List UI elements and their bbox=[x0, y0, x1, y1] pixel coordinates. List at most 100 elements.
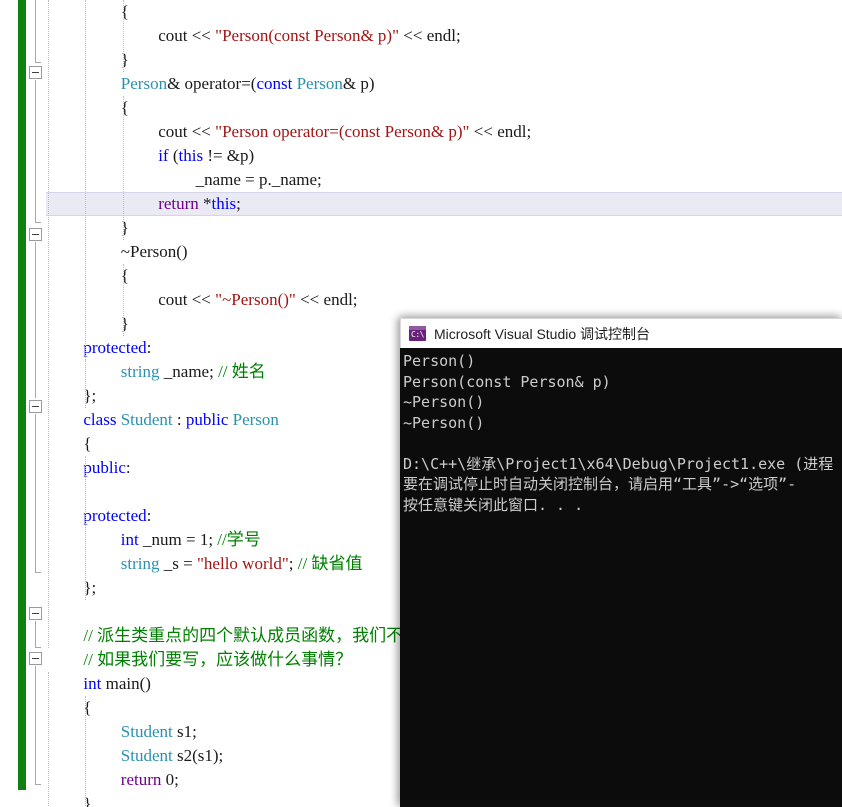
code-token: Person bbox=[120, 74, 168, 93]
console-icon-prompt-text: C:\ bbox=[411, 330, 424, 339]
code-token: << bbox=[191, 26, 211, 45]
code-line[interactable]: } bbox=[46, 312, 129, 336]
code-line[interactable]: int _num = 1; //学号 bbox=[46, 528, 261, 552]
indent-guide-line bbox=[85, 696, 87, 807]
code-token: << bbox=[403, 26, 423, 45]
code-token: public bbox=[83, 458, 126, 477]
code-token: return bbox=[120, 770, 162, 789]
code-line[interactable]: }; bbox=[46, 576, 96, 600]
code-token: main() bbox=[101, 674, 151, 693]
console-window-icon: C:\ bbox=[409, 326, 426, 341]
indent-guide-line bbox=[122, 264, 125, 336]
outline-guide-line bbox=[35, 666, 36, 784]
indent-guide-line bbox=[85, 360, 87, 408]
code-line[interactable]: Person& operator=(const Person& p) bbox=[46, 72, 375, 96]
outline-region-end bbox=[35, 222, 41, 223]
code-line[interactable] bbox=[46, 480, 83, 504]
indent-guide-line bbox=[122, 0, 125, 72]
console-output-line: Person() bbox=[403, 352, 476, 370]
code-line[interactable] bbox=[46, 600, 83, 624]
debug-console-window[interactable]: C:\ Microsoft Visual Studio 调试控制台 Person… bbox=[400, 318, 842, 807]
code-token: cout bbox=[158, 290, 192, 309]
code-token: _name; bbox=[159, 362, 219, 381]
code-token: public bbox=[185, 410, 229, 429]
outline-region-end bbox=[35, 62, 41, 63]
code-line[interactable]: cout << "Person(const Person& p)" << end… bbox=[46, 24, 461, 48]
code-line[interactable]: if (this != &p) bbox=[46, 144, 254, 168]
code-token: s2(s1); bbox=[172, 746, 224, 765]
collapse-toggle-main[interactable] bbox=[29, 652, 42, 665]
console-output-line: ~Person() bbox=[403, 413, 485, 432]
code-line[interactable]: ~Person() bbox=[46, 240, 188, 264]
code-token: & operator=( bbox=[167, 74, 257, 93]
indent-guide-line bbox=[48, 672, 50, 807]
code-line[interactable]: Student s2(s1); bbox=[46, 744, 223, 768]
code-token: 0 bbox=[165, 770, 175, 789]
code-line[interactable]: string _s = "hello world"; // 缺省值 bbox=[46, 552, 363, 576]
code-token: this bbox=[178, 146, 204, 165]
outline-region-end bbox=[35, 647, 41, 648]
code-line[interactable]: { bbox=[46, 432, 92, 456]
code-line[interactable]: { bbox=[46, 96, 129, 120]
outlining-margin[interactable] bbox=[26, 0, 46, 807]
code-line[interactable]: // 如果我们要写，应该做什么事情？ bbox=[46, 648, 352, 672]
code-token: s1; bbox=[172, 722, 197, 741]
code-token: != &p) bbox=[203, 146, 255, 165]
outline-region-end bbox=[35, 572, 41, 573]
code-token: return bbox=[158, 194, 199, 213]
collapse-toggle-comment-block[interactable] bbox=[29, 607, 42, 620]
code-token: cout bbox=[158, 122, 192, 141]
outline-guide-line bbox=[35, 0, 36, 62]
code-line[interactable]: { bbox=[46, 264, 129, 288]
code-line[interactable]: }; bbox=[46, 384, 96, 408]
code-token: endl; bbox=[319, 290, 358, 309]
code-token: if bbox=[158, 146, 169, 165]
code-line[interactable]: class Student : public Person bbox=[46, 408, 279, 432]
console-output-area[interactable]: Person() Person(const Person& p) ~Person()… bbox=[400, 348, 842, 807]
code-line[interactable]: string _name; // 姓名 bbox=[46, 360, 266, 384]
indent-guide-line bbox=[48, 0, 50, 648]
code-token: ; bbox=[288, 554, 298, 573]
code-token: { bbox=[83, 434, 92, 453]
code-line[interactable]: return 0; bbox=[46, 768, 179, 792]
code-line[interactable]: return *this; bbox=[46, 192, 241, 216]
code-token: _name = p._name; bbox=[195, 170, 322, 189]
code-token: class bbox=[83, 410, 117, 429]
console-title-bar[interactable]: C:\ Microsoft Visual Studio 调试控制台 bbox=[400, 318, 842, 348]
code-token: //学号 bbox=[217, 530, 261, 549]
code-token: ; bbox=[174, 770, 179, 789]
code-line[interactable]: } bbox=[46, 48, 129, 72]
code-token: // 姓名 bbox=[218, 362, 266, 381]
code-token: ; bbox=[208, 530, 218, 549]
code-line[interactable]: int main() bbox=[46, 672, 151, 696]
code-token: Student bbox=[120, 722, 173, 741]
code-token: ( bbox=[168, 146, 179, 165]
indent-guide-line bbox=[122, 96, 125, 240]
code-line[interactable]: cout << "~Person()" << endl; bbox=[46, 288, 358, 312]
collapse-toggle-class-student[interactable] bbox=[29, 400, 42, 413]
code-token: cout bbox=[158, 26, 192, 45]
code-token: protected bbox=[83, 338, 147, 357]
code-token: * bbox=[198, 194, 212, 213]
code-line[interactable]: cout << "Person operator=(const Person& … bbox=[46, 120, 531, 144]
code-line[interactable]: { bbox=[46, 0, 129, 24]
code-token: ~Person() bbox=[120, 242, 188, 261]
code-line[interactable]: } bbox=[46, 216, 129, 240]
outline-guide-line bbox=[35, 242, 36, 398]
code-token: "~Person()" bbox=[210, 290, 296, 309]
code-token: : bbox=[146, 338, 152, 357]
code-token: "Person operator=(const Person& p)" bbox=[210, 122, 470, 141]
code-token: _s = bbox=[159, 554, 197, 573]
code-line[interactable]: public: bbox=[46, 456, 130, 480]
code-token: Student bbox=[120, 746, 173, 765]
code-line[interactable]: protected: bbox=[46, 504, 151, 528]
collapse-toggle-operator[interactable] bbox=[29, 66, 42, 79]
code-line[interactable]: Student s1; bbox=[46, 720, 197, 744]
code-token: int bbox=[83, 674, 102, 693]
code-line[interactable]: protected: bbox=[46, 336, 151, 360]
outline-guide-line bbox=[35, 621, 36, 647]
collapse-toggle-destructor[interactable] bbox=[29, 228, 42, 241]
code-token: // 如果我们要写，应该做什么事情？ bbox=[83, 650, 353, 669]
code-token: ; bbox=[236, 194, 241, 213]
